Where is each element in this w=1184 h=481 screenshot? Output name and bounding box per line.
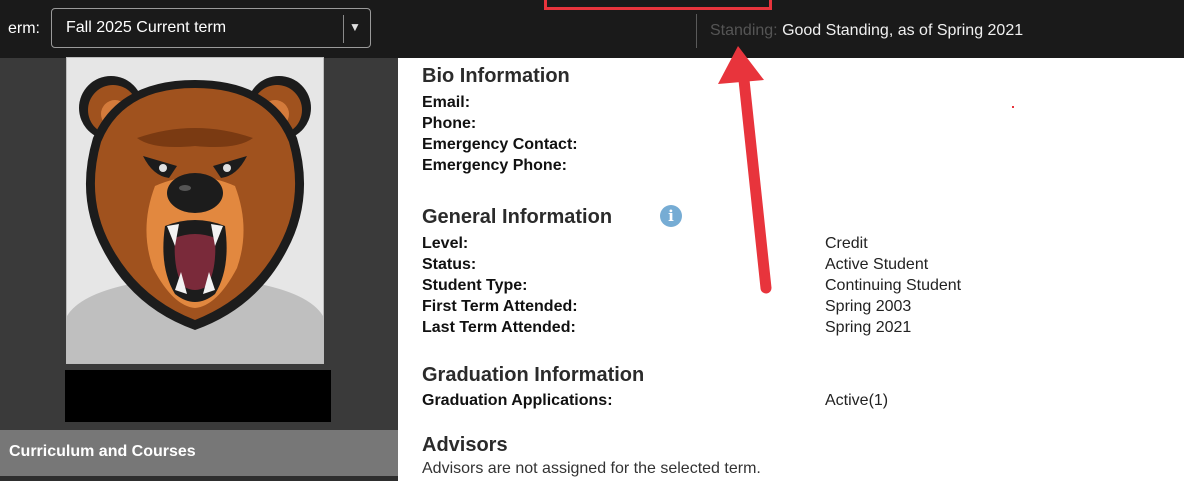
field-label-student-type: Student Type: xyxy=(422,277,528,294)
term-select[interactable]: Fall 2025 Current term ▼ xyxy=(51,8,371,48)
field-label-first-term: First Term Attended: xyxy=(422,298,578,315)
field-label-level: Level: xyxy=(422,235,469,252)
bear-mascot-avatar xyxy=(67,76,323,363)
field-label-status: Status: xyxy=(422,256,477,273)
term-label: erm: xyxy=(8,20,40,37)
field-value-student-type: Continuing Student xyxy=(825,277,962,294)
annotation-dot xyxy=(1012,106,1014,108)
student-profile-main: Bio Information Email: Phone: Emergency … xyxy=(422,0,1182,481)
field-value-level: Credit xyxy=(825,235,868,252)
sidebar-bottom-strip xyxy=(0,476,398,481)
field-label-email: Email: xyxy=(422,94,471,111)
section-title-general: General Information xyxy=(422,206,613,228)
tab-curriculum-and-courses[interactable]: Curriculum and Courses xyxy=(0,430,398,476)
field-label-last-term: Last Term Attended: xyxy=(422,319,576,336)
info-icon[interactable]: i xyxy=(660,205,682,227)
avatar xyxy=(67,58,323,363)
field-value-last-term: Spring 2021 xyxy=(825,319,912,336)
field-label-graduation-applications: Graduation Applications: xyxy=(422,392,613,409)
field-value-first-term: Spring 2003 xyxy=(825,298,912,315)
chevron-down-icon[interactable]: ▼ xyxy=(349,20,361,34)
field-label-phone: Phone: xyxy=(422,115,477,132)
name-redaction-block xyxy=(65,370,331,422)
section-title-bio: Bio Information xyxy=(422,65,570,87)
section-title-graduation: Graduation Information xyxy=(422,364,645,386)
field-value-status: Active Student xyxy=(825,256,929,273)
term-select-divider xyxy=(343,15,344,43)
term-select-value: Fall 2025 Current term xyxy=(66,19,227,36)
section-title-advisors: Advisors xyxy=(422,434,508,456)
profile-sidebar: Curriculum and Courses xyxy=(0,58,398,481)
advisors-message: Advisors are not assigned for the select… xyxy=(422,460,761,477)
field-value-graduation-applications[interactable]: Active(1) xyxy=(825,390,888,411)
field-label-emergency-phone: Emergency Phone: xyxy=(422,157,567,174)
field-label-emergency-contact: Emergency Contact: xyxy=(422,136,578,153)
